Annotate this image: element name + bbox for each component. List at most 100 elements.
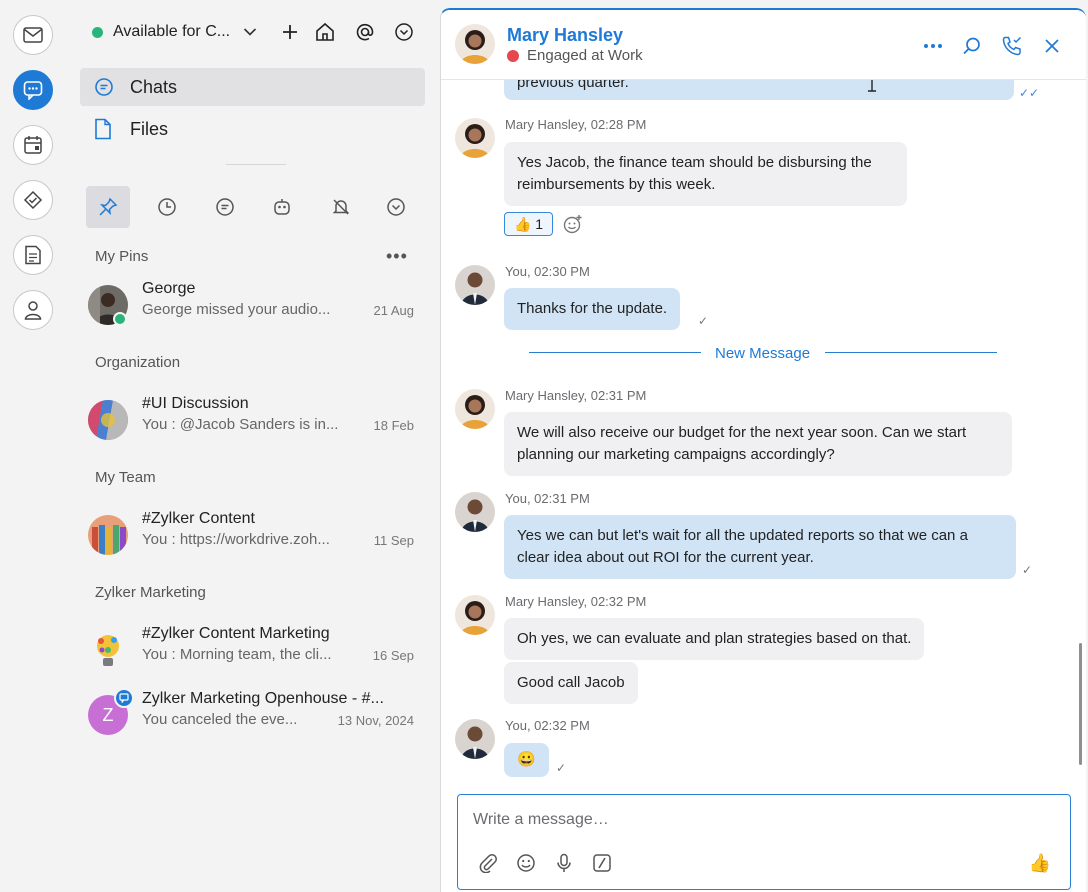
- microphone-icon[interactable]: [553, 852, 575, 874]
- message-bubble[interactable]: Oh yes, we can evaluate and plan strateg…: [504, 618, 925, 660]
- chat-date: 16 Sep: [372, 648, 414, 663]
- tasks-icon[interactable]: [13, 180, 53, 220]
- status-dot: [92, 26, 103, 38]
- nav-chats[interactable]: Chats: [80, 68, 425, 106]
- chat-list-panel: Available for C... Chats Files My Pins •…: [66, 0, 438, 892]
- new-message-divider: [529, 352, 701, 353]
- bot-icon: [272, 197, 292, 217]
- emoji-message[interactable]: 😀: [504, 743, 549, 777]
- search-icon[interactable]: [960, 34, 984, 58]
- calendar-icon[interactable]: [13, 125, 53, 165]
- conversation-window: Mary Hansley Engaged at Work previous qu…: [440, 8, 1086, 892]
- thumbs-up-button[interactable]: 👍: [1029, 852, 1051, 874]
- message-bubble[interactable]: Thanks for the update.: [504, 288, 681, 330]
- pins-more-button[interactable]: •••: [386, 246, 408, 267]
- section-zylker-marketing: Zylker Marketing: [95, 584, 206, 601]
- chat-date: 11 Sep: [373, 533, 414, 548]
- mary-avatar: [455, 595, 495, 635]
- scrollbar[interactable]: [1079, 643, 1082, 765]
- contact-name[interactable]: Mary Hansley: [507, 25, 623, 46]
- section-pins: My Pins: [95, 248, 149, 265]
- chat-preview: You : @Jacob Sanders is in...: [142, 416, 339, 433]
- chat-bubble-icon: [94, 77, 116, 97]
- message-composer[interactable]: Write a message… 👍: [457, 794, 1071, 890]
- chevron-down-icon: [243, 27, 257, 37]
- chat-title: #UI Discussion: [142, 395, 249, 412]
- contact-avatar[interactable]: [455, 24, 495, 64]
- message-meta: Mary Hansley, 02:31 PM: [505, 388, 647, 403]
- message-meta: You, 02:31 PM: [505, 491, 590, 506]
- filter-bots[interactable]: [260, 186, 304, 228]
- pin-icon: [98, 197, 118, 217]
- close-icon[interactable]: [1040, 34, 1064, 58]
- divider: [226, 164, 286, 165]
- chevron-circle-icon: [386, 197, 406, 217]
- chat-preview: You canceled the eve...: [142, 711, 298, 728]
- mail-icon[interactable]: [13, 15, 53, 55]
- chat-title: #Zylker Content Marketing: [142, 625, 330, 642]
- contacts-icon[interactable]: [13, 290, 53, 330]
- chat-item-george[interactable]: George George missed your audio... 21 Au…: [88, 280, 418, 330]
- chat-preview: You : Morning team, the cli...: [142, 646, 332, 663]
- online-indicator: [113, 312, 127, 326]
- chat-app-icon[interactable]: [13, 70, 53, 110]
- message-meta: Mary Hansley, 02:32 PM: [505, 594, 647, 609]
- conversation-header: Mary Hansley Engaged at Work: [441, 10, 1086, 80]
- chat-date: 18 Feb: [373, 418, 414, 433]
- file-icon: [94, 118, 116, 140]
- chat-item-openhouse[interactable]: Z Zylker Marketing Openhouse - #... You …: [88, 688, 418, 740]
- avatar: [88, 400, 128, 440]
- message-bubble[interactable]: Good call Jacob: [504, 662, 638, 704]
- notes-icon[interactable]: [13, 235, 53, 275]
- filter-recent[interactable]: [145, 186, 189, 228]
- you-avatar: [455, 719, 495, 759]
- filter-more[interactable]: [374, 186, 418, 228]
- format-icon[interactable]: [591, 852, 613, 874]
- chat-date: 13 Nov, 2024: [337, 713, 414, 728]
- chat-item-ui-discussion[interactable]: #UI Discussion You : @Jacob Sanders is i…: [88, 395, 418, 445]
- sent-check-icon: ✓: [556, 761, 567, 775]
- more-options-icon[interactable]: [392, 20, 416, 44]
- message-bubble[interactable]: We will also receive our budget for the …: [504, 412, 1012, 476]
- message-bubble[interactable]: Yes Jacob, the finance team should be di…: [504, 142, 907, 206]
- mary-avatar: [455, 118, 495, 158]
- attachment-icon[interactable]: [477, 852, 499, 874]
- chat-title: #Zylker Content: [142, 510, 255, 527]
- contact-status-text: Engaged at Work: [527, 47, 643, 64]
- chat-item-zylker-content[interactable]: #Zylker Content You : https://workdrive.…: [88, 510, 418, 560]
- mention-icon[interactable]: [353, 20, 377, 44]
- contact-status: Engaged at Work: [507, 47, 643, 64]
- busy-indicator: [507, 49, 519, 62]
- chat-date: 21 Aug: [373, 303, 415, 318]
- new-message-label: New Message: [715, 345, 811, 362]
- message-bubble[interactable]: Yes we can but let's wait for all the up…: [504, 515, 1016, 579]
- section-organization: Organization: [95, 354, 181, 371]
- sent-check-icon: ✓: [1022, 563, 1033, 577]
- status-label: Available for C...: [113, 23, 231, 40]
- nav-files[interactable]: Files: [80, 110, 425, 148]
- chat-preview: You : https://workdrive.zoh...: [142, 531, 330, 548]
- add-reaction-icon[interactable]: [563, 214, 583, 234]
- app-rail: [0, 0, 66, 892]
- sent-check-icon: ✓: [698, 314, 709, 328]
- mary-avatar: [455, 389, 495, 429]
- read-receipt-icon: ✓✓: [1019, 86, 1040, 100]
- avatar: [88, 515, 128, 555]
- status-selector[interactable]: Available for C...: [92, 18, 257, 46]
- add-icon[interactable]: [278, 20, 302, 44]
- more-horizontal-icon[interactable]: [921, 34, 945, 58]
- reaction-thumbs-up[interactable]: 👍 1: [504, 212, 553, 236]
- new-message-divider: [825, 352, 997, 353]
- you-avatar: [455, 265, 495, 305]
- message-icon: [215, 197, 235, 217]
- chat-item-zylker-content-marketing[interactable]: #Zylker Content Marketing You : Morning …: [88, 625, 418, 675]
- call-icon[interactable]: [1000, 34, 1024, 58]
- emoji-icon[interactable]: [515, 852, 537, 874]
- filter-muted[interactable]: [319, 186, 363, 228]
- nav-chats-label: Chats: [130, 76, 178, 97]
- filter-unread[interactable]: [203, 186, 247, 228]
- message-input[interactable]: Write a message…: [473, 811, 609, 829]
- message-meta: You, 02:32 PM: [505, 718, 590, 733]
- home-icon[interactable]: [313, 20, 337, 44]
- filter-pinned[interactable]: [86, 186, 130, 228]
